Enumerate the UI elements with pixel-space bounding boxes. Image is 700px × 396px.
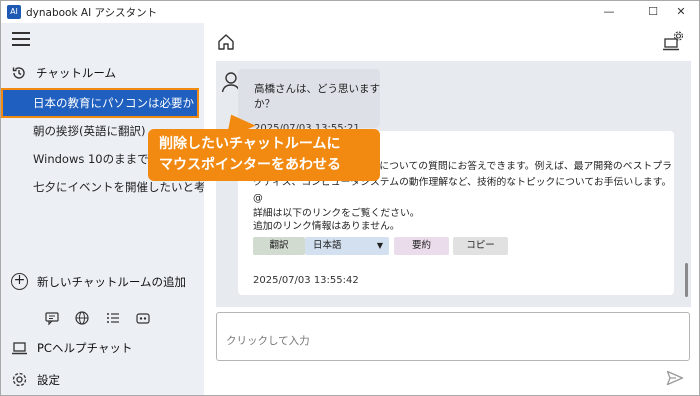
caret-down-icon: ▼ (376, 241, 383, 250)
response-actions: 翻訳 日本語 ▼ 要約 コピー (253, 237, 508, 255)
globe-icon[interactable] (74, 310, 90, 326)
pc-settings-icon[interactable] (662, 31, 684, 53)
translate-button[interactable]: 翻訳 (253, 237, 305, 255)
send-icon[interactable] (666, 370, 684, 386)
language-select-value: 日本語 (313, 240, 342, 251)
chatroom-heading[interactable]: チャットルーム (11, 63, 116, 83)
callout-line: 削除したいチャットルームに (159, 136, 341, 152)
laptop-icon (12, 341, 27, 354)
pc-help-chat-button[interactable]: PCヘルプチャット (11, 340, 132, 356)
copy-button[interactable]: コピー (453, 237, 508, 255)
hamburger-menu-icon[interactable] (12, 32, 30, 46)
summary-button[interactable]: 要約 (394, 237, 449, 255)
chatroom-heading-label: チャットルーム (36, 66, 117, 80)
plus-circle-icon: + (11, 273, 28, 290)
title-bar: AI dynabook AI アシスタント — ☐ ✕ (1, 1, 699, 23)
gear-icon (12, 372, 27, 387)
robot-icon[interactable] (135, 310, 151, 326)
ai-response-links: 詳細は以下のリンクをご覧ください。 追加のリンク情報はありません。 (253, 207, 420, 233)
message-input[interactable] (216, 312, 690, 361)
new-chatroom-label: 新しいチャットルームの追加 (37, 274, 187, 289)
close-button[interactable]: ✕ (663, 1, 699, 23)
list-icon[interactable] (105, 310, 121, 326)
app-logo-icon: AI (7, 5, 21, 19)
callout-line: マウスポインターをあわせる (159, 157, 341, 173)
language-select[interactable]: 日本語 ▼ (305, 237, 389, 255)
app-window: AI dynabook AI アシスタント — ☐ ✕ チャットルーム 日本の教… (0, 0, 700, 396)
window-title: dynabook AI アシスタント (26, 7, 158, 19)
history-icon (12, 67, 25, 79)
settings-button[interactable]: 設定 (11, 371, 60, 388)
user-message-bubble: 高橋さんは、どう思いますか？ 2025/07/03 13:55:21 (238, 69, 380, 134)
pc-help-label: PCヘルプチャット (37, 341, 133, 355)
main-pane: 高橋さんは、どう思いますか？ 2025/07/03 13:55:21 アとして、… (204, 23, 699, 395)
ai-message-timestamp: 2025/07/03 13:55:42 (253, 275, 359, 286)
chat-item-selected[interactable]: 日本の教育にパソコンは必要か (1, 88, 199, 118)
minimize-button[interactable]: — (591, 1, 627, 23)
ai-links-line: 追加のリンク情報はありません。 (253, 221, 400, 232)
conversation-area: 高橋さんは、どう思いますか？ 2025/07/03 13:55:21 アとして、… (216, 61, 691, 307)
scrollbar-thumb[interactable] (685, 263, 688, 297)
sidebar: チャットルーム 日本の教育にパソコンは必要か 朝の挨拶(英語に翻訳) Windo… (1, 23, 204, 395)
chat-bubble-icon[interactable] (44, 310, 60, 326)
instruction-callout: 削除したいチャットルームに マウスポインターをあわせる (148, 129, 380, 181)
ai-links-line: 詳細は以下のリンクをご覧ください。 (253, 208, 420, 219)
user-message-text: 高橋さんは、どう思いますか？ (254, 83, 380, 110)
settings-label: 設定 (37, 372, 60, 387)
new-chatroom-button[interactable]: + 新しいチャットルームの追加 (11, 273, 186, 290)
home-icon[interactable] (217, 33, 235, 51)
